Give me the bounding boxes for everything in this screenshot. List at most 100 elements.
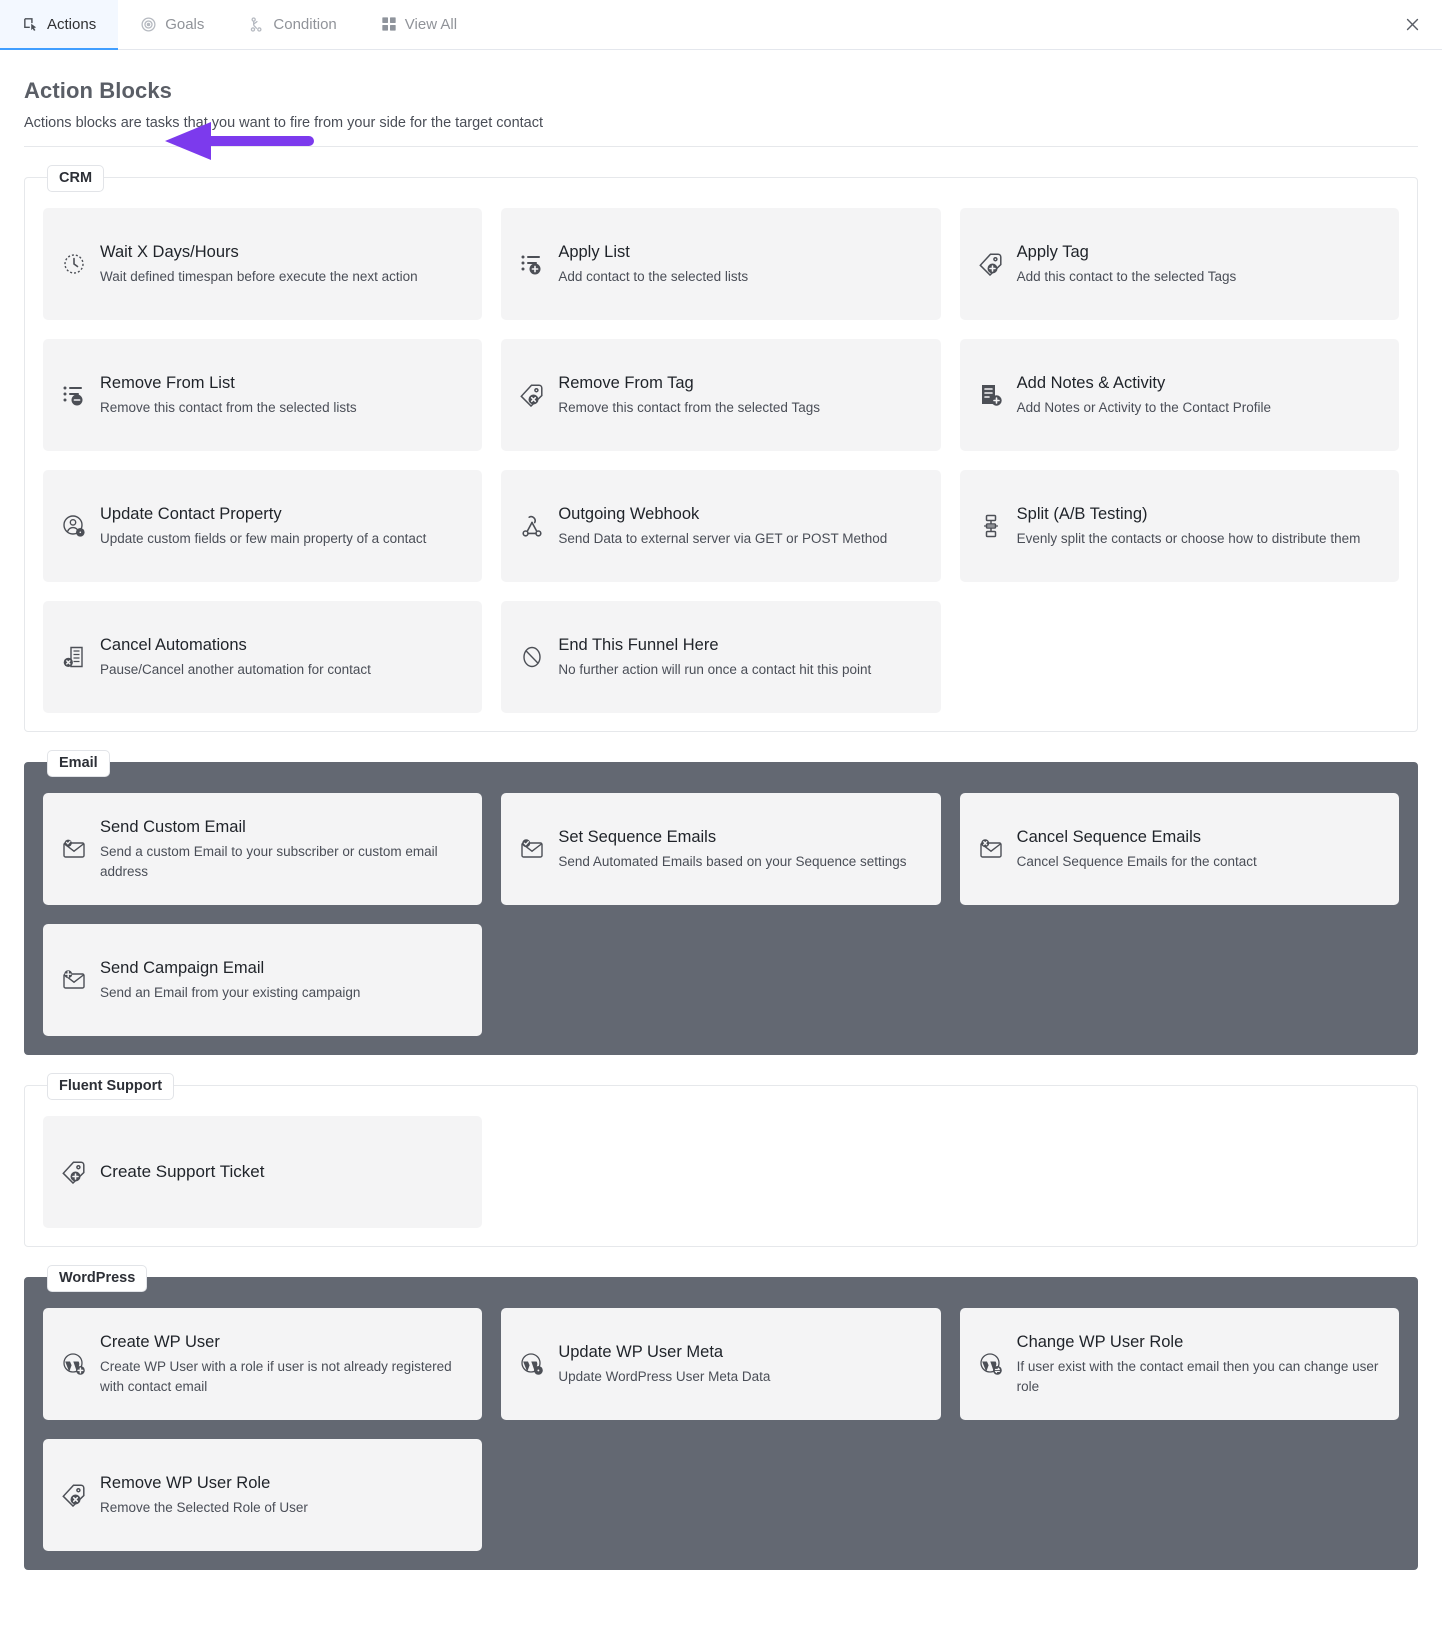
action-card-title: Set Sequence Emails: [558, 827, 717, 846]
action-card[interactable]: Apply Tag Add this contact to the selecte…: [959, 208, 1399, 320]
action-card-title: End This Funnel Here: [558, 635, 719, 654]
action-card[interactable]: Wait X Days/Hours Wait defined timespan b…: [43, 208, 483, 320]
tab-condition[interactable]: Condition: [226, 0, 358, 50]
tab-actions-label: Actions: [47, 15, 97, 33]
action-card-title: Split (A/B Testing): [1016, 504, 1148, 523]
action-card-title: Outgoing Webhook: [558, 504, 700, 523]
section-wordpress: WordPress Create WP User Create WP User wi…: [24, 1265, 1418, 1570]
action-card-description: Update WordPress User Meta Data: [558, 1368, 771, 1384]
tab-condition-label: Condition: [273, 15, 337, 33]
actions-icon: [22, 16, 39, 33]
action-card[interactable]: Send Custom Email Send a custom Email to …: [43, 793, 483, 905]
action-card-title: Wait X Days/Hours: [100, 242, 239, 261]
section-crm: CRM Wait X Days/Hours Wait defined timespa…: [24, 165, 1418, 732]
tab-goals[interactable]: Goals: [118, 0, 226, 50]
section-legend: WordPress: [47, 1265, 148, 1293]
action-card-text: Create WP User Create WP User with a role…: [100, 1332, 464, 1397]
action-card[interactable]: Cancel Sequence Emails Cancel Sequence Em…: [959, 793, 1399, 905]
action-card-text: Apply List Add contact to the selected li…: [558, 242, 922, 287]
action-card-description: Remove this contact from the selected li…: [100, 399, 357, 415]
user-edit-icon: [61, 513, 87, 539]
action-card-text: End This Funnel Here No further action wi…: [558, 635, 922, 680]
action-card-description: Update custom fields or few main propert…: [100, 530, 427, 546]
action-card-description: Wait defined timespan before execute the…: [100, 268, 418, 284]
action-card[interactable]: Update WP User Meta Update WordPress User…: [501, 1308, 941, 1420]
wp-swap-icon: [978, 1351, 1004, 1377]
action-card-text: Update Contact Property Update custom fie…: [100, 504, 464, 549]
action-card[interactable]: Remove From List Remove this contact from…: [43, 339, 483, 451]
action-card[interactable]: Create Support Ticket: [43, 1116, 483, 1228]
card-grid: Create Support Ticket: [43, 1116, 1399, 1228]
action-card-text: Cancel Automations Pause/Cancel another a…: [100, 635, 464, 680]
action-card-description: Remove the Selected Role of User: [100, 1499, 308, 1515]
action-card-text: Add Notes & Activity Add Notes or Activit…: [1017, 373, 1381, 418]
tag-add-icon: [61, 1159, 87, 1185]
action-card[interactable]: Remove WP User Role Remove the Selected R…: [43, 1439, 483, 1551]
action-card[interactable]: End This Funnel Here No further action wi…: [501, 601, 941, 713]
action-card-text: Set Sequence Emails Send Automated Emails…: [558, 827, 922, 872]
action-block-sections: CRM Wait X Days/Hours Wait defined timespa…: [0, 165, 1442, 1570]
action-card-description: Pause/Cancel another automation for cont…: [100, 661, 371, 677]
tag-add-icon: [978, 251, 1004, 277]
action-card[interactable]: Create WP User Create WP User with a role…: [43, 1308, 483, 1420]
action-card-title: Create WP User: [100, 1332, 220, 1351]
action-card[interactable]: Add Notes & Activity Add Notes or Activit…: [959, 339, 1399, 451]
action-card-title: Apply Tag: [1016, 242, 1089, 261]
list-add-icon: [519, 251, 545, 277]
action-card-title: Apply List: [558, 242, 630, 261]
wp-edit-icon: [519, 1351, 545, 1377]
list-remove-icon: [61, 382, 87, 408]
action-card[interactable]: Outgoing Webhook Send Data to external se…: [501, 470, 941, 582]
action-card-text: Outgoing Webhook Send Data to external se…: [558, 504, 922, 549]
action-card[interactable]: Change WP User Role If user exist with th…: [959, 1308, 1399, 1420]
action-card-description: Add contact to the selected lists: [558, 268, 749, 284]
section-email: Email Send Custom Email Send a custom Emai…: [24, 750, 1418, 1055]
action-card-text: Send Custom Email Send a custom Email to …: [100, 817, 464, 882]
action-card-description: If user exist with the contact email the…: [1016, 1359, 1379, 1394]
action-card-title: Send Custom Email: [100, 817, 246, 836]
action-card-description: Add this contact to the selected Tags: [1016, 268, 1237, 284]
tag-remove-icon: [519, 382, 545, 408]
action-card-title: Update WP User Meta: [558, 1342, 724, 1361]
email-check-icon: [519, 836, 545, 862]
action-card-title: Cancel Sequence Emails: [1016, 827, 1202, 846]
clock-icon: [61, 251, 87, 277]
action-card[interactable]: Cancel Automations Pause/Cancel another a…: [43, 601, 483, 713]
action-card[interactable]: Apply List Add contact to the selected li…: [501, 208, 941, 320]
page-title: Action Blocks: [24, 78, 172, 103]
card-grid: Create WP User Create WP User with a role…: [43, 1308, 1399, 1551]
action-card-title: Add Notes & Activity: [1016, 373, 1166, 392]
webhook-icon: [519, 513, 545, 539]
action-card-title: Change WP User Role: [1016, 1332, 1184, 1351]
note-add-icon: [978, 382, 1004, 408]
email-cancel-icon: [978, 836, 1004, 862]
action-card-description: Remove this contact from the selected Ta…: [558, 399, 820, 415]
page-header: Action Blocks Actions blocks are tasks t…: [0, 50, 1442, 160]
action-card-text: Create Support Ticket: [100, 1161, 464, 1183]
card-grid: Send Custom Email Send a custom Email to …: [43, 793, 1399, 1036]
email-campaign-icon: [61, 967, 87, 993]
ban-icon: [519, 644, 545, 670]
tab-goals-label: Goals: [165, 15, 205, 33]
close-button[interactable]: [1398, 11, 1426, 39]
tab-actions[interactable]: Actions: [0, 0, 119, 50]
action-card-text: Remove From Tag Remove this contact from …: [558, 373, 922, 418]
action-card-title: Send Campaign Email: [100, 958, 265, 977]
action-card-description: Evenly split the contacts or choose how …: [1016, 530, 1361, 546]
action-card-title: Cancel Automations: [100, 635, 247, 654]
action-card[interactable]: Split (A/B Testing) Evenly split the cont…: [959, 470, 1399, 582]
tab-bar: Actions Goals Condition View All: [0, 0, 1442, 50]
action-card[interactable]: Remove From Tag Remove this contact from …: [501, 339, 941, 451]
action-card-description: Send Data to external server via GET or …: [558, 530, 888, 546]
cancel-automation-icon: [61, 644, 87, 670]
section-fluent-support: Fluent Support Create Support Ticket: [24, 1073, 1418, 1247]
split-icon: [978, 513, 1004, 539]
tab-view-all[interactable]: View All: [359, 0, 479, 50]
condition-icon: [248, 16, 265, 33]
action-card-description: Add Notes or Activity to the Contact Pro…: [1016, 399, 1272, 415]
page-subtitle: Actions blocks are tasks that you want t…: [24, 115, 1418, 147]
action-card[interactable]: Set Sequence Emails Send Automated Emails…: [501, 793, 941, 905]
action-card[interactable]: Send Campaign Email Send an Email from yo…: [43, 924, 483, 1036]
action-card[interactable]: Update Contact Property Update custom fie…: [43, 470, 483, 582]
tab-view-all-label: View All: [404, 15, 458, 33]
